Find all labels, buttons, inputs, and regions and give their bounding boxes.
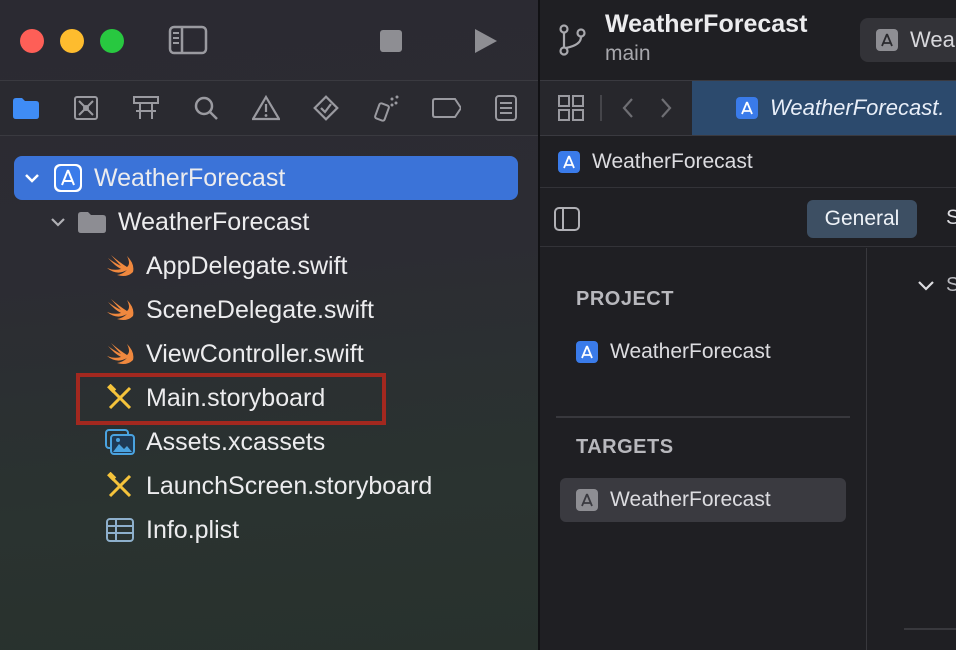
- plist-file-icon: [104, 514, 136, 546]
- breadcrumb-label: WeatherForecast: [592, 149, 753, 173]
- chevron-left-icon[interactable]: [614, 93, 642, 123]
- assets-catalog-icon: [104, 426, 136, 458]
- scheme-selector[interactable]: Wea: [860, 18, 956, 62]
- tree-item-file[interactable]: AppDelegate.swift: [104, 244, 348, 288]
- chevron-down-icon[interactable]: [914, 274, 938, 298]
- tree-item-label: AppDelegate.swift: [146, 251, 348, 280]
- tree-item-file[interactable]: ViewController.swift: [104, 332, 364, 376]
- tab-bar-separator: [600, 95, 602, 121]
- navigator-pane: WeatherForecast WeatherForecast AppDeleg…: [0, 0, 538, 650]
- minimize-window-button[interactable]: [60, 29, 84, 53]
- tree-item-label: ViewController.swift: [146, 339, 364, 368]
- folder-icon[interactable]: [11, 93, 41, 123]
- target-item-label: WeatherForecast: [610, 488, 771, 511]
- tab-label: WeatherForecast.: [770, 95, 945, 120]
- tree-item-label: Info.plist: [146, 515, 240, 544]
- chevron-right-icon[interactable]: [652, 93, 680, 123]
- app-target-icon: [876, 29, 898, 51]
- zoom-window-button[interactable]: [100, 29, 124, 53]
- breakpoint-icon[interactable]: [431, 93, 461, 123]
- branch-name: main: [605, 42, 651, 65]
- storyboard-file-icon: [104, 470, 136, 502]
- tree-item-file[interactable]: Info.plist: [104, 508, 239, 552]
- tree-item-folder[interactable]: WeatherForecast: [48, 200, 309, 244]
- tree-item-file[interactable]: LaunchScreen.storyboard: [104, 464, 432, 508]
- editor-tab-bar: WeatherForecast.: [540, 80, 956, 136]
- swift-file-icon: [104, 294, 136, 326]
- warning-icon[interactable]: [251, 93, 281, 123]
- project-editor-tabs: General S: [540, 190, 956, 247]
- tab-weatherforecast-project[interactable]: WeatherForecast.: [692, 81, 956, 135]
- folder-icon: [76, 206, 108, 238]
- chevron-down-icon[interactable]: [48, 212, 68, 232]
- run-icon[interactable]: [468, 24, 502, 58]
- project-targets-list: PROJECT WeatherForecast TARGETS WeatherF…: [540, 248, 867, 650]
- test-icon[interactable]: [311, 93, 341, 123]
- breadcrumb[interactable]: WeatherForecast: [540, 136, 956, 188]
- tree-item-file[interactable]: Assets.xcassets: [104, 420, 325, 464]
- content-divider: [904, 628, 956, 630]
- swift-file-icon: [104, 250, 136, 282]
- tab-general[interactable]: General: [807, 200, 917, 238]
- debug-icon[interactable]: [371, 93, 401, 123]
- tree-item-label: SceneDelegate.swift: [146, 295, 374, 324]
- tab-signing-peek[interactable]: S: [946, 206, 956, 230]
- branch-icon: [554, 22, 590, 58]
- project-section-header: PROJECT: [576, 288, 674, 310]
- search-icon[interactable]: [191, 93, 221, 123]
- swift-file-icon: [104, 338, 136, 370]
- titlebar-left: [0, 0, 538, 80]
- project-item[interactable]: WeatherForecast: [560, 330, 846, 374]
- grid-icon[interactable]: [556, 93, 586, 123]
- xcode-project-icon: [52, 162, 84, 194]
- scheme-label: Wea: [910, 27, 955, 52]
- annotation-highlight-box: [76, 373, 386, 425]
- tree-item-label: LaunchScreen.storyboard: [146, 471, 433, 500]
- hierarchy-icon[interactable]: [131, 93, 161, 123]
- tree-item-file[interactable]: SceneDelegate.swift: [104, 288, 374, 332]
- xcode-project-icon: [558, 150, 580, 173]
- xcode-project-icon: [576, 341, 598, 363]
- tree-item-label: Assets.xcassets: [146, 427, 326, 456]
- tree-item-label: WeatherForecast: [94, 163, 286, 192]
- tree-item-label: WeatherForecast: [118, 207, 310, 236]
- stop-icon[interactable]: [376, 26, 406, 56]
- project-item-label: WeatherForecast: [610, 340, 771, 363]
- sidebar-toggle-icon[interactable]: [166, 22, 210, 58]
- window-title: WeatherForecast: [605, 10, 808, 38]
- navigator-selector-bar: [0, 80, 538, 136]
- section-title-peek: S: [946, 274, 956, 296]
- targets-section-header: TARGETS: [576, 436, 674, 458]
- app-target-icon: [576, 489, 598, 511]
- tree-item-project[interactable]: WeatherForecast: [14, 156, 518, 200]
- close-window-button[interactable]: [20, 29, 44, 53]
- report-icon[interactable]: [491, 93, 521, 123]
- target-item[interactable]: WeatherForecast: [560, 478, 846, 522]
- xcode-project-icon: [736, 97, 758, 119]
- sidebar-toggle-icon[interactable]: [552, 204, 582, 234]
- editor-pane: WeatherForecast main Wea WeatherForecast…: [540, 0, 956, 650]
- source-control-icon[interactable]: [71, 93, 101, 123]
- section-divider: [556, 416, 850, 418]
- chevron-down-icon[interactable]: [22, 168, 42, 188]
